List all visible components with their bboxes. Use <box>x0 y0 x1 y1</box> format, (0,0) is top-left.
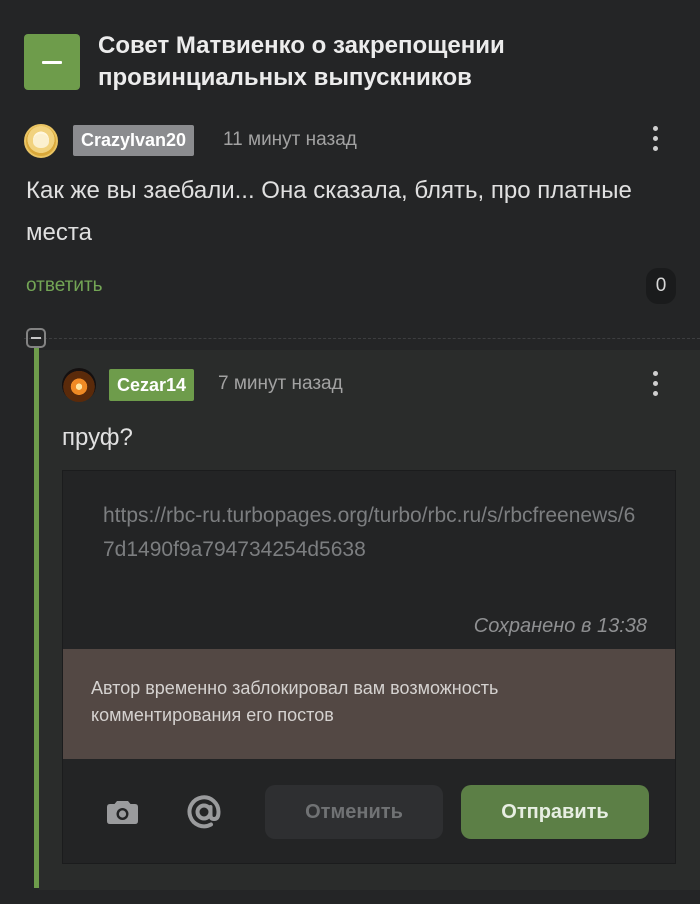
reply-editor: https://rbc-ru.turbopages.org/turbo/rbc.… <box>62 470 676 864</box>
editor-text-input[interactable]: https://rbc-ru.turbopages.org/turbo/rbc.… <box>103 499 643 567</box>
comment-text: Как же вы заебали... Она сказала, блять,… <box>26 177 632 246</box>
branch-divider <box>24 338 700 339</box>
more-vertical-icon[interactable] <box>649 371 661 401</box>
post-header: Совет Матвиенко о закрепощении провинциа… <box>24 30 674 100</box>
collapse-post-button[interactable] <box>24 34 80 90</box>
blocked-notice: Автор временно заблокировал вам возможно… <box>63 649 675 759</box>
cancel-button[interactable]: Отменить <box>265 785 443 839</box>
more-vertical-icon[interactable] <box>649 126 661 156</box>
blocked-notice-text: Автор временно заблокировал вам возможно… <box>91 678 499 725</box>
comment-time: 7 минут назад <box>218 373 343 394</box>
editor-toolbar: Отменить Отправить <box>63 759 675 863</box>
camera-icon[interactable] <box>107 799 138 824</box>
avatar[interactable] <box>62 368 96 402</box>
avatar-image <box>33 134 49 148</box>
collapse-branch-icon[interactable] <box>26 328 46 348</box>
rating-counter[interactable]: 0 <box>646 268 676 304</box>
avatar[interactable] <box>24 124 58 158</box>
comment-time: 11 минут назад <box>223 129 357 150</box>
reply-link[interactable]: ответить <box>26 275 103 297</box>
username-badge[interactable]: Cezar14 <box>109 369 195 401</box>
thread-line[interactable] <box>34 348 39 888</box>
saved-status: Сохранено в 13:38 <box>473 615 647 637</box>
send-button[interactable]: Отправить <box>461 785 649 839</box>
post-title[interactable]: Совет Матвиенко о закрепощении провинциа… <box>98 30 658 94</box>
comment-text: пруф? <box>62 424 133 451</box>
at-icon[interactable] <box>187 795 221 829</box>
username-badge[interactable]: CrazyIvan20 <box>73 125 195 156</box>
